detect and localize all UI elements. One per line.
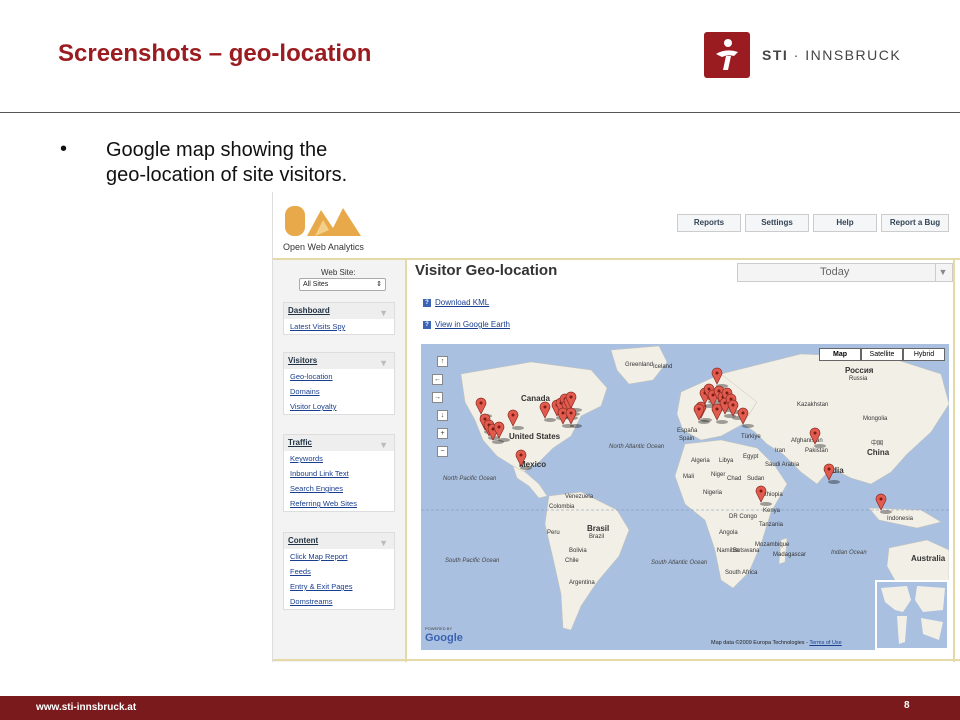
title-divider [0,112,960,113]
visitor-marker-icon[interactable] [711,367,728,388]
help-icon: ? [423,320,431,329]
sidebar-item-click-map-report[interactable]: Click Map Report [284,549,394,564]
chevron-down-icon[interactable]: ▼ [935,264,950,281]
visitor-marker-icon[interactable] [515,449,532,470]
visitor-marker-icon[interactable] [823,463,840,484]
powered-by-label: POWERED BY [425,626,453,631]
google-logo[interactable]: Google [425,632,463,644]
section-content-title[interactable]: Content ▼ [284,533,394,549]
overview-map[interactable] [875,580,949,650]
section-dashboard: Dashboard ▼ Latest Visits Spy [283,302,395,335]
sti-logo: STI · INNSBRUCK [704,32,904,78]
nav-reports[interactable]: Reports [677,214,741,232]
sidebar-item-visitor-loyalty[interactable]: Visitor Loyalty [284,399,394,414]
owa-sidebar: Web Site: All Sites ⇕ Dashboard ▼ Latest V… [273,260,405,662]
page-title: Visitor Geo-location [415,262,558,279]
sidebar-item-geo-location[interactable]: Geo-location [284,369,394,384]
sidebar-item-domains[interactable]: Domains [284,384,394,399]
owa-top-nav: Reports Settings Help Report a Bug [677,214,949,232]
nav-help[interactable]: Help [813,214,877,232]
bullet-text: Google map showing the geo-location of s… [106,139,348,186]
visitor-markers [475,367,892,514]
nav-settings[interactable]: Settings [745,214,809,232]
sidebar-divider [405,260,407,662]
sidebar-item-search-engines[interactable]: Search Engines [284,481,394,496]
slide-title: Screenshots – geo-location [58,40,372,67]
collapse-triangle-icon[interactable]: ▼ [379,535,388,551]
period-select[interactable]: Today ▼ [737,263,953,282]
section-traffic-title[interactable]: Traffic ▼ [284,435,394,451]
owa-app-name: Open Web Analytics [283,242,364,252]
footer-bar: www.sti-innsbruck.at 8 [0,696,960,720]
download-kml-link[interactable]: ? Download KML [423,298,489,307]
visitor-marker-icon[interactable] [507,409,524,430]
section-content: Content ▼ Click Map Report Feeds Entry & … [283,532,395,610]
nav-report-bug[interactable]: Report a Bug [881,214,949,232]
section-traffic: Traffic ▼ Keywords Inbound Link Text Sear… [283,434,395,512]
footer-url[interactable]: www.sti-innsbruck.at [36,702,136,713]
sidebar-item-referring-web-sites[interactable]: Referring Web Sites [284,496,394,511]
collapse-triangle-icon[interactable]: ▼ [379,355,388,371]
visitor-marker-icon[interactable] [755,485,772,506]
sidebar-item-latest-visits-spy[interactable]: Latest Visits Spy [284,319,394,334]
collapse-triangle-icon[interactable]: ▼ [379,305,388,321]
bullet-marker: • [60,138,68,160]
sidebar-item-keywords[interactable]: Keywords [284,451,394,466]
web-site-select[interactable]: All Sites ⇕ [299,278,386,291]
visitor-marker-icon[interactable] [809,427,826,448]
content-bottom-border [273,659,960,661]
section-visitors-title[interactable]: Visitors ▼ [284,353,394,369]
google-earth-link[interactable]: ? View in Google Earth [423,320,510,329]
sidebar-item-entry-exit-pages[interactable]: Entry & Exit Pages [284,579,394,594]
sti-logo-mark [704,32,750,78]
sidebar-item-inbound-link-text[interactable]: Inbound Link Text [284,466,394,481]
visitor-marker-icon[interactable] [737,407,754,428]
owa-screenshot: Open Web Analytics Reports Settings Help… [272,192,960,662]
sidebar-item-feeds[interactable]: Feeds [284,564,394,579]
section-dashboard-title[interactable]: Dashboard ▼ [284,303,394,319]
web-site-label: Web Site: [321,268,356,277]
sidebar-item-domstreams[interactable]: Domstreams [284,594,394,609]
map-attribution: Map data ©2009 Europa Technologies - Ter… [711,640,842,646]
collapse-triangle-icon[interactable]: ▼ [379,437,388,453]
visitor-marker-icon[interactable] [875,493,892,514]
content-right-border [953,260,955,662]
world-map[interactable]: ↑ ←→ ↓ + − Map Satellite Hybrid Canada U… [421,344,949,650]
page-number: 8 [904,700,910,711]
terms-of-use-link[interactable]: Terms of Use [809,640,841,646]
help-icon: ? [423,298,431,307]
section-visitors: Visitors ▼ Geo-location Domains Visitor L… [283,352,395,415]
sti-logo-text: STI · INNSBRUCK [762,47,902,63]
